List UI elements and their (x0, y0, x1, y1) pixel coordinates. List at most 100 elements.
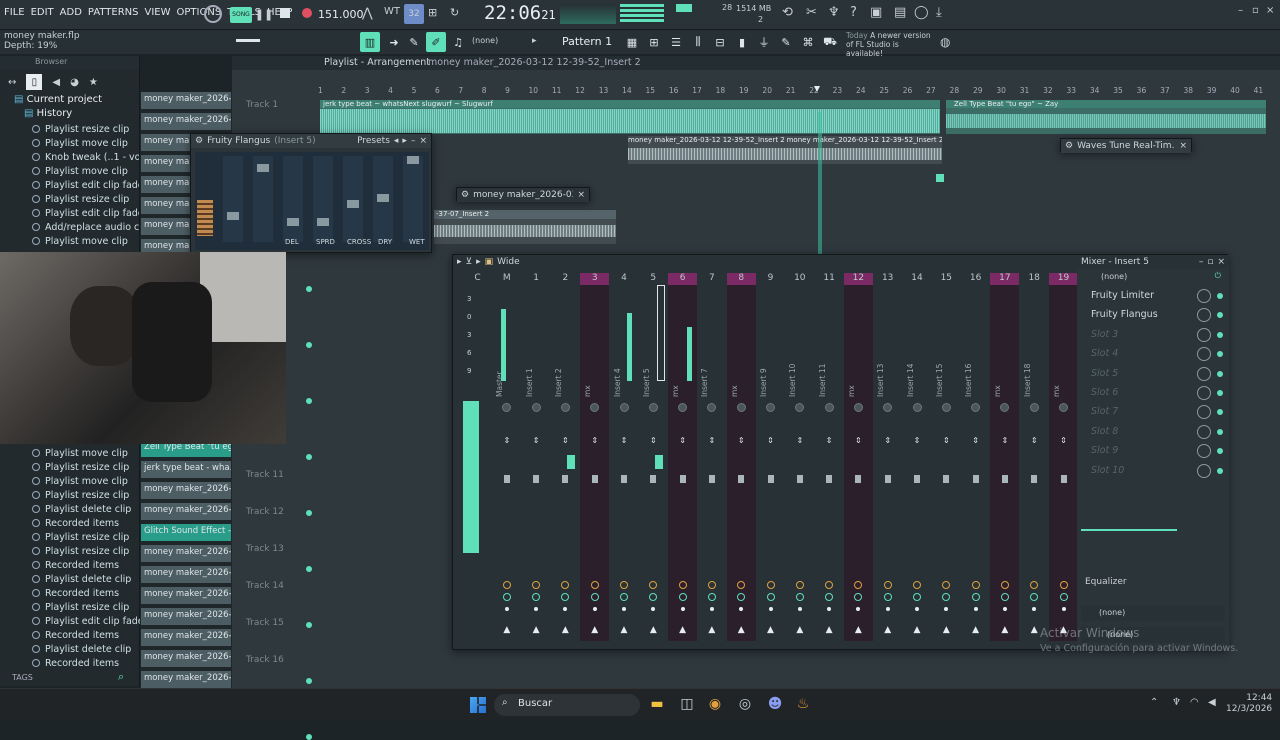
mixer-strip[interactable]: 3 mx ⇕ ▲ (580, 273, 610, 641)
route-led[interactable] (885, 607, 890, 611)
search-icon[interactable]: ⌕ (118, 670, 124, 684)
route-led[interactable] (973, 607, 978, 611)
volume-fader[interactable] (943, 475, 950, 483)
volume-fader[interactable] (562, 475, 569, 483)
history-item[interactable]: Playlist resize clip (0, 488, 140, 502)
close-icon[interactable]: × (1217, 257, 1225, 267)
equalizer-label[interactable]: Equalizer (1085, 577, 1127, 587)
fx-enable-icon[interactable] (1000, 581, 1009, 589)
close-icon[interactable]: × (419, 136, 427, 146)
fx-enable-led[interactable] (1217, 389, 1223, 396)
taskbar-search[interactable]: ⌕ Buscar (494, 694, 640, 716)
route-led[interactable] (915, 607, 919, 611)
close-icon[interactable]: × (1266, 5, 1274, 16)
track-label[interactable]: Track 14 (232, 577, 302, 614)
swap-icon[interactable]: ⇕ (1049, 436, 1078, 445)
swap-icon[interactable]: ⇕ (785, 436, 814, 445)
route-led[interactable] (1061, 607, 1066, 611)
send-icon[interactable] (620, 593, 628, 601)
chat-icon[interactable]: ◯ (914, 5, 929, 20)
route-arrow-icon[interactable]: ▲ (727, 625, 756, 635)
help-icon[interactable]: ? (850, 5, 857, 20)
clip-source-item[interactable]: money maker_2026-03-... (141, 113, 231, 130)
swap-icon[interactable]: ⇕ (697, 436, 726, 445)
swap-icon[interactable]: ⇕ (551, 436, 580, 445)
plug-icon[interactable]: ⏚ (754, 32, 774, 52)
store-icon[interactable]: ◫ (678, 695, 696, 713)
pan-knob[interactable] (648, 403, 658, 412)
fx-enable-icon[interactable] (795, 581, 804, 589)
rec-monitor-icon[interactable] (204, 5, 222, 23)
flangus-slider-handle[interactable] (317, 218, 329, 226)
speaker-icon[interactable]: ◀ (52, 74, 60, 90)
swap-icon[interactable]: ⇕ (639, 436, 668, 445)
mic-icon[interactable]: ♆ (828, 5, 840, 20)
history-item[interactable]: Playlist edit clip fade (0, 614, 140, 628)
clip-source-item[interactable]: money maker_2026-03 (141, 92, 231, 109)
brush-icon[interactable]: ✐ (426, 32, 446, 52)
undo-icon[interactable]: ⟲ (782, 5, 793, 20)
tools-icon[interactable]: ⌘ (798, 32, 818, 52)
fx-enable-led[interactable] (1217, 448, 1223, 455)
fx-enable-icon[interactable] (649, 581, 658, 589)
pan-knob[interactable] (795, 403, 805, 412)
piano-roll-icon[interactable]: ⊞ (644, 32, 664, 52)
browser-icon[interactable]: ▮ (732, 32, 752, 52)
flangus-slider[interactable] (223, 156, 243, 242)
fx-enable-led[interactable] (1217, 312, 1223, 319)
maximize-icon[interactable]: ▫ (1207, 257, 1213, 267)
download-icon[interactable]: ⤓ (936, 5, 942, 20)
history-item[interactable]: Playlist resize clip (0, 600, 140, 614)
fx-enable-icon[interactable] (502, 581, 511, 589)
clip-source-item[interactable]: money maker_2026-03-... (141, 650, 231, 667)
volume-fader[interactable] (1060, 475, 1067, 483)
swap-icon[interactable]: ⇕ (668, 436, 697, 445)
track-label[interactable]: Track 16 (232, 651, 302, 688)
mixer-strip[interactable]: 18 Insert 18 ⇕ ▲ (1020, 273, 1049, 641)
news-panel[interactable]: Today A newer version of FL Studio is av… (846, 31, 936, 58)
history-item[interactable]: Playlist move clip (0, 474, 140, 488)
pan-knob[interactable] (531, 403, 541, 412)
track-mute-led[interactable] (306, 622, 312, 628)
volume-fader[interactable] (855, 475, 862, 483)
fx-enable-icon[interactable] (707, 581, 716, 589)
send-icon[interactable] (825, 593, 834, 601)
loop-record-icon[interactable]: ↻ (450, 6, 459, 19)
send-icon[interactable] (971, 593, 980, 601)
mixer-strip[interactable]: 14 Insert 14 ⇕ ▲ (903, 273, 932, 641)
flangus-slider-handle[interactable] (407, 156, 419, 164)
send-icon[interactable] (913, 593, 921, 601)
discord-icon[interactable]: ☻ (766, 695, 784, 713)
star-icon[interactable]: ★ (89, 74, 98, 90)
route-arrow-icon[interactable]: ▲ (697, 625, 726, 635)
track-mute-led[interactable] (306, 510, 312, 516)
route-arrow-icon[interactable]: ▲ (668, 625, 697, 635)
swap-icon[interactable]: ⇕ (1020, 436, 1049, 445)
history-item[interactable]: Recorded items (0, 586, 140, 600)
fx-mix-knob[interactable] (1197, 308, 1211, 323)
fx-enable-icon[interactable] (971, 581, 980, 589)
volume-fader[interactable] (796, 475, 803, 483)
clip-jerk-type-beat[interactable]: jerk type beat ~ whatsNext slugwurf ~ Sl… (320, 100, 940, 134)
swap-icon[interactable]: ⇕ (873, 436, 902, 445)
file-icon[interactable]: ▯ (26, 74, 43, 90)
volume-fader[interactable] (914, 475, 920, 483)
mixer-strip[interactable]: 15 Insert 15 ⇕ ▲ (932, 273, 961, 641)
send-icon[interactable] (883, 593, 892, 601)
mixer-strip[interactable]: 1 Insert 1 ⇕ ▲ (522, 273, 551, 641)
pan-knob[interactable] (560, 403, 570, 412)
song-mode-toggle[interactable]: SONG (230, 7, 252, 23)
volume-icon[interactable]: ◀ (1208, 697, 1216, 708)
send-icon[interactable] (1030, 593, 1039, 601)
clip-source-item[interactable]: Glitch Sound Effect -... (141, 524, 231, 541)
flangus-slider[interactable] (313, 156, 333, 242)
track-mute-led[interactable] (306, 734, 312, 740)
history-folder[interactable]: ▤ History (0, 108, 139, 122)
track-label[interactable]: Track 11 (232, 466, 302, 503)
flangus-slider[interactable] (373, 156, 393, 242)
start-icon[interactable] (470, 697, 486, 713)
menu-arrow-icon[interactable]: ▸ (457, 257, 462, 267)
history-item[interactable]: Playlist resize clip (0, 460, 140, 474)
mixer-strip[interactable]: M Master ⇕ ▲ (492, 273, 521, 641)
mixer-strip[interactable]: 6 mx ⇕ ▲ (668, 273, 698, 641)
